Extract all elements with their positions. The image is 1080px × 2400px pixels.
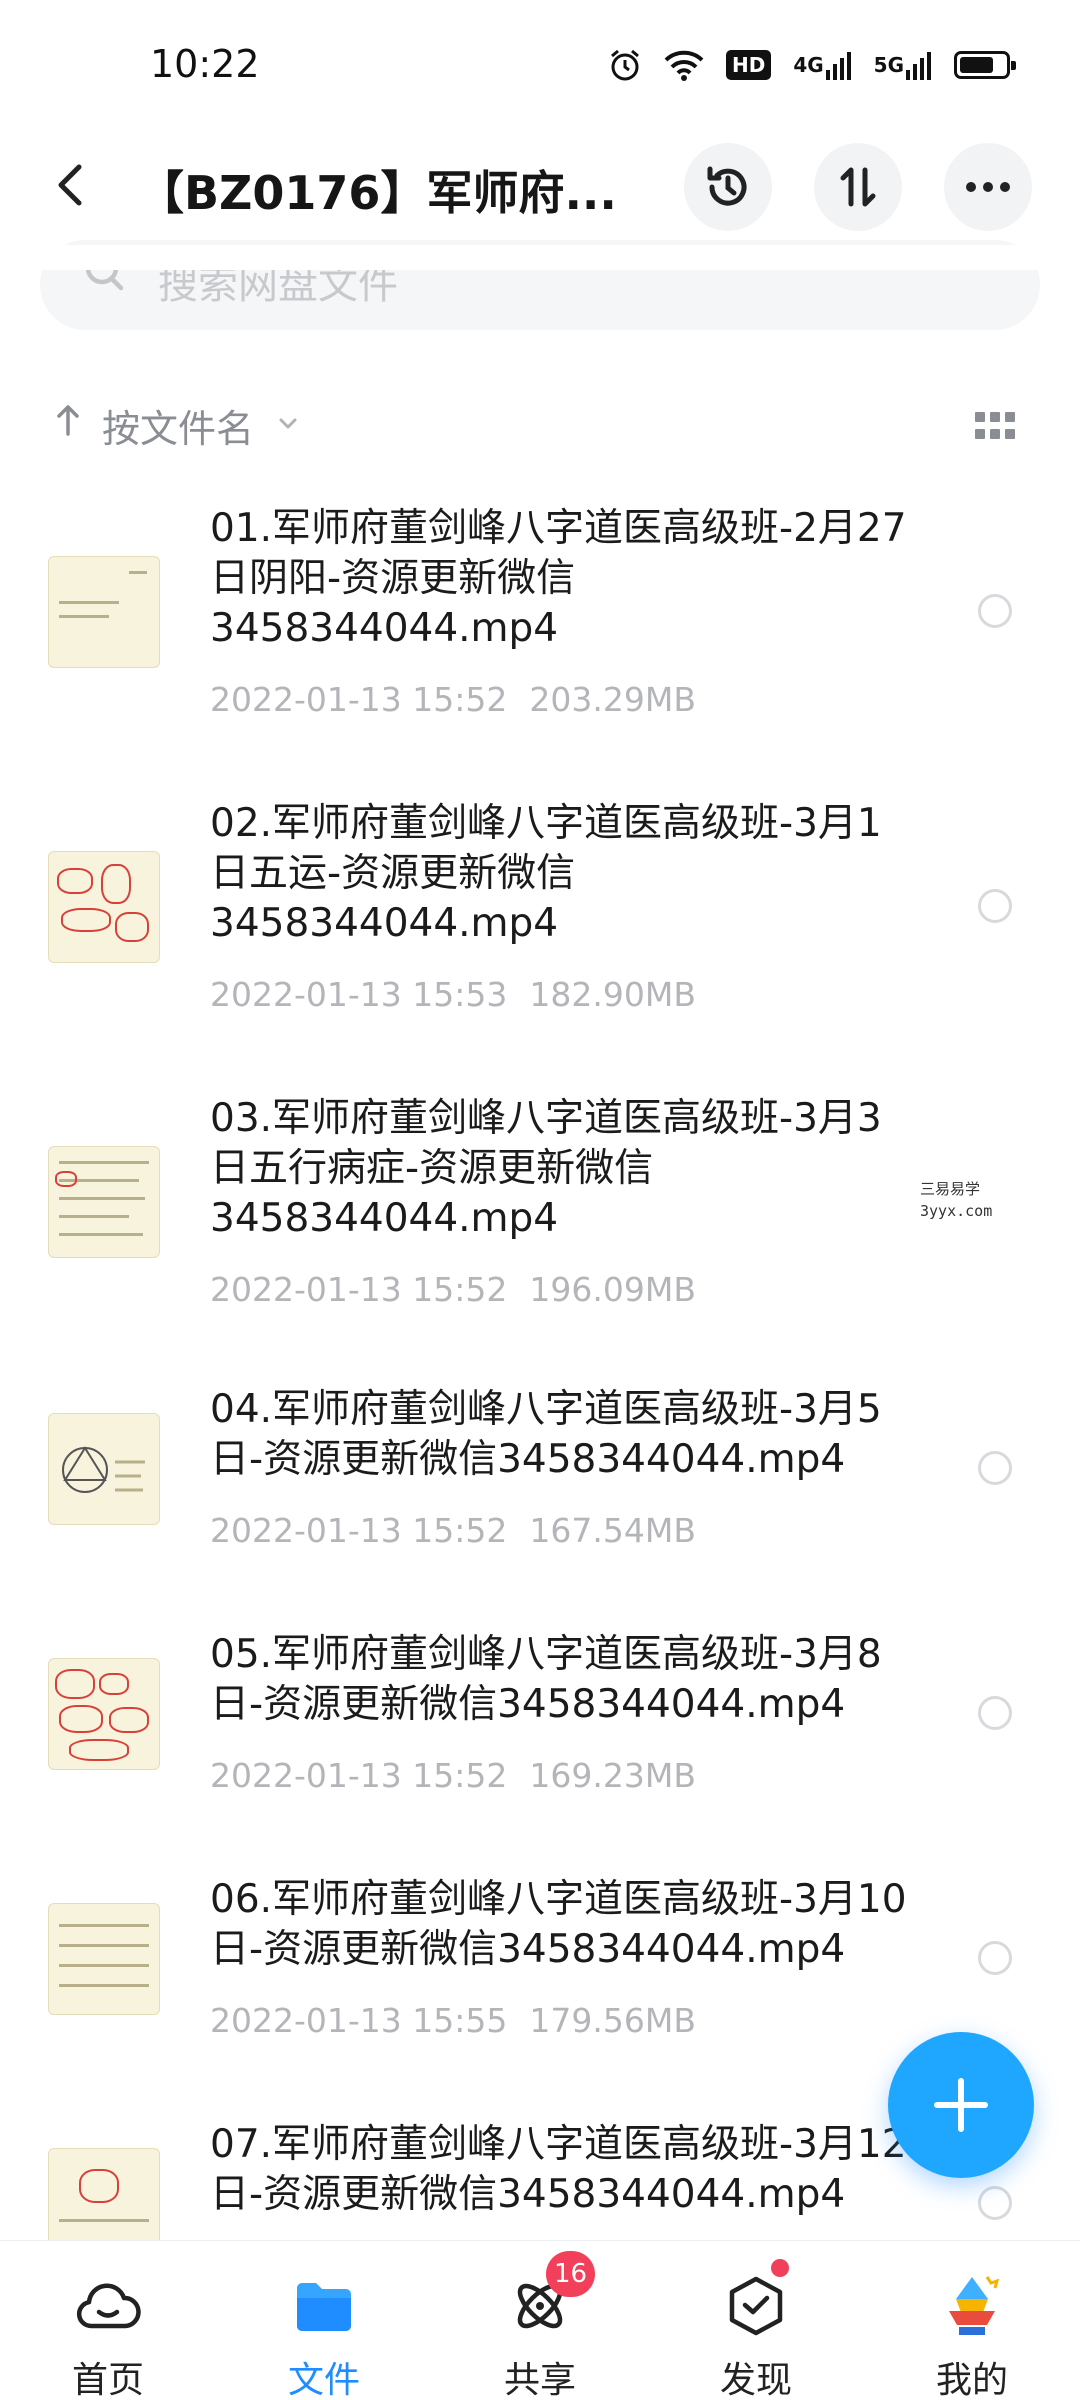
file-meta: 2022-01-13 15:52 203.29MB [210,680,696,719]
file-date: 2022-01-13 15:53 [210,975,508,1014]
file-size: 167.54MB [529,1511,696,1550]
file-item[interactable]: 01.军师府董剑峰八字道医高级班-2月27日阴阳-资源更新微信345834404… [0,500,1080,750]
5g-signal-icon: 5G [874,50,932,80]
title-bar: 【BZ0176】军师府... [0,135,1080,245]
file-name: 03.军师府董剑峰八字道医高级班-3月3日五行病症-资源更新微信34583440… [210,1096,882,1241]
nav-label: 文件 [287,2360,360,2400]
file-name: 07.军师府董剑峰八字道医高级班-3月12日-资源更新微信3458344044.… [210,2122,907,2217]
nav-home[interactable]: 首页 [28,2241,188,2400]
select-checkbox[interactable] [978,594,1012,628]
video-thumbnail [48,2148,160,2240]
file-meta: 2022-01-13 15:52 196.09MB [210,1270,696,1309]
select-checkbox[interactable] [978,1451,1012,1485]
history-icon [707,166,747,206]
add-button[interactable] [888,2032,1034,2178]
header-scroll-mask [0,245,1080,270]
alarm-icon [608,48,642,82]
4g-label: 4G [793,53,824,77]
file-name: 06.军师府董剑峰八字道医高级班-3月10日-资源更新微信3458344044.… [210,1877,907,1972]
avatar-icon [937,2271,1007,2341]
video-thumbnail [48,1903,160,2015]
bottom-nav: 首页 文件 16 共享 发现 我的 [0,2240,1080,2400]
watermark-line2: 3yyx.com [920,1202,993,1220]
status-time: 10:22 [150,42,260,86]
file-size: 196.09MB [529,1270,696,1309]
nav-mine[interactable]: 我的 [892,2241,1052,2400]
file-meta: 2022-01-13 15:52 167.54MB [210,1511,696,1550]
4g-signal-icon: 4G [793,50,851,80]
file-date: 2022-01-13 15:52 [210,1756,508,1795]
home-cloud-icon [73,2271,143,2341]
file-name: 01.军师府董剑峰八字道医高级班-2月27日阴阳-资源更新微信345834404… [210,506,907,651]
nav-discover[interactable]: 发现 [676,2241,836,2400]
grid-view-icon[interactable] [975,412,1015,440]
file-meta: 2022-01-13 15:52 169.23MB [210,1756,696,1795]
select-checkbox[interactable] [978,889,1012,923]
plus-icon [934,2078,988,2132]
battery-icon [954,51,1016,79]
battery-fill [960,57,993,73]
wifi-icon [664,49,704,81]
back-arrow-icon [58,164,82,206]
file-item[interactable]: 05.军师府董剑峰八字道医高级班-3月8日-资源更新微信3458344044.m… [0,1630,1080,1830]
video-thumbnail [48,556,160,668]
watermark-text: 三易易学 3yyx.com [920,1178,992,1222]
file-meta: 2022-01-13 15:53 182.90MB [210,975,696,1014]
discover-dot-badge [771,2259,789,2277]
folder-icon [289,2271,359,2341]
file-date: 2022-01-13 15:52 [210,1270,508,1309]
select-checkbox[interactable] [978,1696,1012,1730]
video-thumbnail [48,851,160,963]
discover-box-icon [721,2271,791,2341]
file-item[interactable]: 03.军师府董剑峰八字道医高级班-3月3日五行病症-资源更新微信34583440… [0,1090,1080,1340]
nav-label: 共享 [503,2360,576,2400]
video-thumbnail [48,1146,160,1258]
page-title: 【BZ0176】军师府... [138,166,617,220]
sort-button[interactable] [814,143,902,231]
sort-by-name-label[interactable]: 按文件名 [102,398,254,453]
select-checkbox[interactable] [978,1941,1012,1975]
file-date: 2022-01-13 15:55 [210,2001,508,2040]
file-item[interactable]: 02.军师府董剑峰八字道医高级班-3月1日五运-资源更新微信3458344044… [0,795,1080,1045]
file-name: 02.军师府董剑峰八字道医高级班-3月1日五运-资源更新微信3458344044… [210,801,882,946]
nav-label: 发现 [719,2360,792,2400]
sort-row: 按文件名 [0,390,1080,460]
file-name: 04.军师府董剑峰八字道医高级班-3月5日-资源更新微信3458344044.m… [210,1387,882,1482]
file-item[interactable]: 04.军师府董剑峰八字道医高级班-3月5日-资源更新微信3458344044.m… [0,1385,1080,1585]
share-count-badge: 16 [546,2251,596,2297]
file-size: 169.23MB [529,1756,696,1795]
hd-icon: HD [725,50,772,80]
file-size: 179.56MB [529,2001,696,2040]
file-size: 203.29MB [529,680,696,719]
file-meta: 2022-01-13 15:55 179.56MB [210,2001,696,2040]
file-date: 2022-01-13 15:52 [210,680,508,719]
sort-icon [840,167,876,207]
select-checkbox[interactable] [978,2186,1012,2220]
5g-label: 5G [873,53,904,77]
video-thumbnail [48,1658,160,1770]
watermark-line1: 三易易学 [920,1180,981,1198]
status-icons: HD 4G 5G [608,48,1016,82]
file-date: 2022-01-13 15:52 [210,1511,508,1550]
video-thumbnail [48,1413,160,1525]
more-button[interactable] [944,143,1032,231]
nav-label: 首页 [71,2360,144,2400]
more-icon [966,182,1010,192]
sort-direction-icon[interactable] [56,404,80,440]
nav-share[interactable]: 16 共享 [460,2241,620,2400]
nav-label: 我的 [935,2360,1008,2400]
history-button[interactable] [684,143,772,231]
back-button[interactable] [40,155,100,215]
status-bar: 10:22 HD 4G 5G [0,0,1080,135]
nav-files[interactable]: 文件 [244,2241,404,2400]
file-name: 05.军师府董剑峰八字道医高级班-3月8日-资源更新微信3458344044.m… [210,1632,882,1727]
hd-badge: HD [725,50,772,80]
battery [954,51,1016,79]
file-size: 182.90MB [529,975,696,1014]
chevron-down-icon[interactable] [278,416,298,435]
